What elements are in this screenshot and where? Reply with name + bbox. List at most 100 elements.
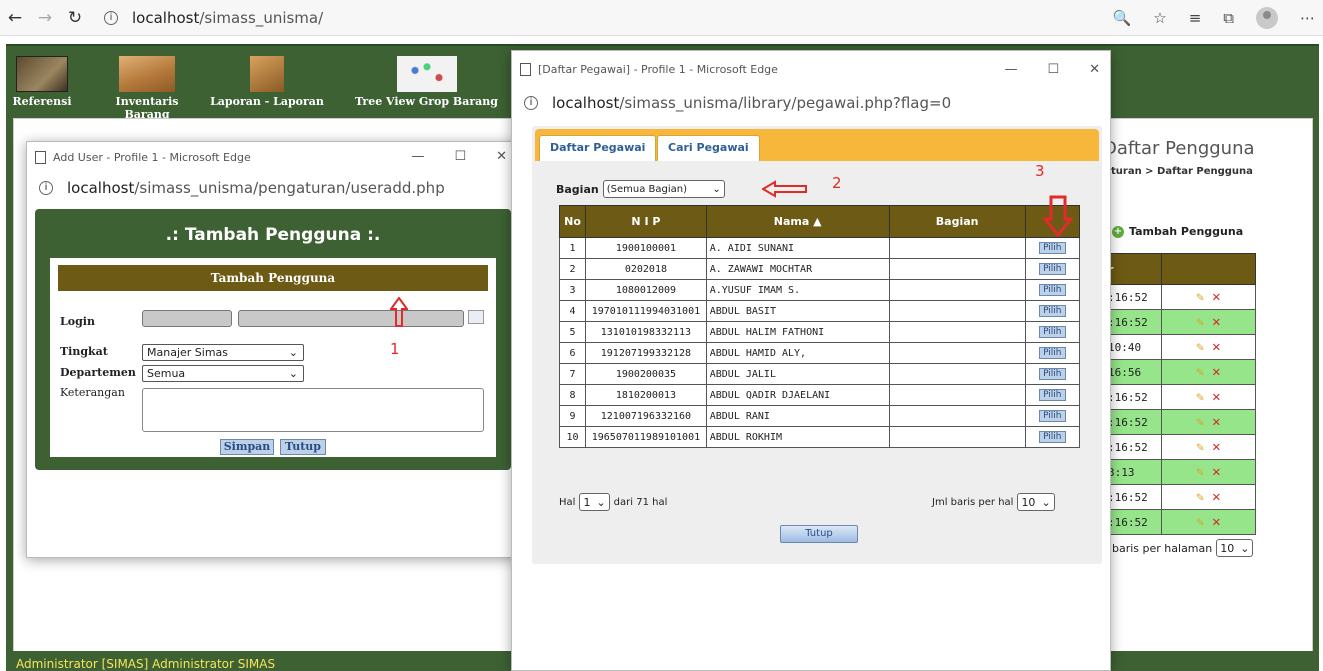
annotation-arrow-up <box>390 297 408 327</box>
table-row: :16:52 ✎ ✕ <box>1103 434 1257 460</box>
login-label: Login <box>60 315 95 328</box>
delete-icon[interactable]: ✕ <box>1212 289 1220 305</box>
delete-icon[interactable]: ✕ <box>1212 514 1220 530</box>
page-icon <box>35 150 46 164</box>
page-select[interactable]: 1 ⌄ <box>579 493 610 511</box>
back-icon[interactable]: ← <box>0 8 30 28</box>
minimize-icon[interactable]: — <box>411 149 424 164</box>
tab-cari-pegawai[interactable]: Cari Pegawai <box>657 135 760 161</box>
pilih-button[interactable]: Pilih <box>1039 410 1066 422</box>
delete-icon[interactable]: ✕ <box>1212 339 1220 355</box>
save-button[interactable]: Simpan <box>220 439 274 455</box>
login-id-field[interactable] <box>142 310 232 327</box>
add-user-link[interactable]: + Tambah Pengguna <box>1112 225 1243 238</box>
cell-nama: A. ZAWAWI MOCHTAR <box>705 258 890 280</box>
tingkat-select[interactable]: Manajer Simas ⌄ <box>142 344 304 361</box>
rows-per-page-select[interactable]: 10 ⌄ <box>1017 493 1055 511</box>
menu-inventaris-barang[interactable]: Inventaris Barang <box>92 50 202 121</box>
cell-nip: 191207199332128 <box>585 342 707 364</box>
maximize-icon[interactable]: ☐ <box>454 149 466 164</box>
window-title: Add User - Profile 1 - Microsoft Edge <box>53 150 251 164</box>
pilih-button[interactable]: Pilih <box>1039 368 1066 380</box>
pilih-button[interactable]: Pilih <box>1039 284 1066 296</box>
edit-icon[interactable]: ✎ <box>1196 490 1204 505</box>
delete-icon[interactable]: ✕ <box>1212 464 1220 480</box>
cell-nama: ABDUL ROKHIM <box>705 426 890 448</box>
window-address-bar[interactable]: i localhost /simass_unisma/pengaturan/us… <box>27 172 517 204</box>
keterangan-textarea[interactable] <box>142 388 484 432</box>
tingkat-value: Manajer Simas <box>147 346 229 359</box>
pilih-button[interactable]: Pilih <box>1039 347 1066 359</box>
pilih-button[interactable]: Pilih <box>1039 263 1066 275</box>
info-icon[interactable]: i <box>524 96 538 110</box>
pilih-button[interactable]: Pilih <box>1039 431 1066 443</box>
zoom-icon[interactable]: 🔍 <box>1113 9 1132 27</box>
delete-icon[interactable]: ✕ <box>1212 439 1220 455</box>
cell-no: 8 <box>558 384 587 406</box>
delete-icon[interactable]: ✕ <box>1212 364 1220 380</box>
edit-icon[interactable]: ✎ <box>1196 315 1204 330</box>
keterangan-label: Keterangan <box>60 386 125 399</box>
edit-icon[interactable]: ✎ <box>1196 415 1204 430</box>
edit-icon[interactable]: ✎ <box>1196 365 1204 380</box>
address-bar[interactable]: i localhost /simass_unisma/ <box>104 9 323 27</box>
profile-avatar[interactable] <box>1256 7 1278 29</box>
cell-no: 6 <box>558 342 587 364</box>
actions-cell: ✎ ✕ <box>1160 434 1257 460</box>
form-header: Tambah Pengguna <box>58 265 488 291</box>
cell-action: Pilih <box>1024 300 1081 322</box>
bagian-select[interactable]: (Semua Bagian) ⌄ <box>602 180 725 198</box>
delete-icon[interactable]: ✕ <box>1212 314 1220 330</box>
pilih-button[interactable]: Pilih <box>1039 326 1066 338</box>
favorite-star-icon[interactable]: ☆ <box>1153 9 1166 27</box>
page-select-control: Hal 1 ⌄ dari 71 hal <box>559 493 667 511</box>
menu-tree-view[interactable]: Tree View Grop Barang <box>349 50 504 108</box>
per-page-select[interactable]: 10 ⌄ <box>1216 539 1254 557</box>
forward-icon[interactable]: → <box>30 8 60 28</box>
breadcrumb: turan > Daftar Pengguna <box>1111 166 1253 177</box>
refresh-icon[interactable]: ↻ <box>60 8 90 28</box>
window-address-bar[interactable]: i localhost /simass_unisma/library/pegaw… <box>512 87 1110 119</box>
edit-icon[interactable]: ✎ <box>1196 515 1204 530</box>
delete-icon[interactable]: ✕ <box>1212 414 1220 430</box>
edit-icon[interactable]: ✎ <box>1196 290 1204 305</box>
url-path: /simass_unisma/library/pegawai.php?flag=… <box>619 94 952 112</box>
edit-icon[interactable]: ✎ <box>1196 465 1204 480</box>
cell-no: 7 <box>558 363 587 385</box>
delete-icon[interactable]: ✕ <box>1212 489 1220 505</box>
menu-referensi[interactable]: Referensi <box>10 50 74 108</box>
pilih-button[interactable]: Pilih <box>1039 242 1066 254</box>
table-row: 3:13 ✎ ✕ <box>1103 459 1257 485</box>
close-button[interactable]: Tutup <box>280 439 326 455</box>
close-icon[interactable]: ✕ <box>1089 62 1100 77</box>
chevron-down-icon: ⌄ <box>1041 495 1051 509</box>
favorites-list-icon[interactable]: ≡ <box>1189 9 1202 27</box>
tab-daftar-pegawai[interactable]: Daftar Pegawai <box>539 135 657 161</box>
window-body: .: Tambah Pengguna :. Tambah Pengguna Lo… <box>27 208 517 557</box>
info-icon[interactable]: i <box>104 10 118 25</box>
menu-laporan[interactable]: Laporan - Laporan <box>207 50 327 108</box>
login-name-field[interactable] <box>238 310 464 327</box>
departemen-select[interactable]: Semua ⌄ <box>142 365 304 382</box>
cell-no: 9 <box>558 405 587 427</box>
close-icon[interactable]: ✕ <box>496 149 507 164</box>
close-button[interactable]: Tutup <box>780 525 858 543</box>
actions-cell: ✎ ✕ <box>1160 484 1257 510</box>
lookup-image-button[interactable] <box>468 310 484 324</box>
column-header-nama[interactable]: Nama ▲ <box>705 205 890 238</box>
edit-icon[interactable]: ✎ <box>1196 390 1204 405</box>
pilih-button[interactable]: Pilih <box>1039 305 1066 317</box>
pilih-button[interactable]: Pilih <box>1039 389 1066 401</box>
rows-per-page-label: Jml baris per hal <box>932 496 1014 508</box>
edit-icon[interactable]: ✎ <box>1196 440 1204 455</box>
info-icon[interactable]: i <box>39 181 53 195</box>
actions-cell: ✎ ✕ <box>1160 284 1257 310</box>
maximize-icon[interactable]: ☐ <box>1047 62 1059 77</box>
collections-icon[interactable]: ⧉ <box>1223 9 1234 27</box>
edit-icon[interactable]: ✎ <box>1196 340 1204 355</box>
departemen-value: Semua <box>147 367 186 380</box>
table-row: 2 0202018 A. ZAWAWI MOCHTAR Pilih <box>558 258 1081 280</box>
more-menu-icon[interactable]: ⋯ <box>1300 9 1315 27</box>
minimize-icon[interactable]: — <box>1004 62 1017 77</box>
delete-icon[interactable]: ✕ <box>1212 389 1220 405</box>
